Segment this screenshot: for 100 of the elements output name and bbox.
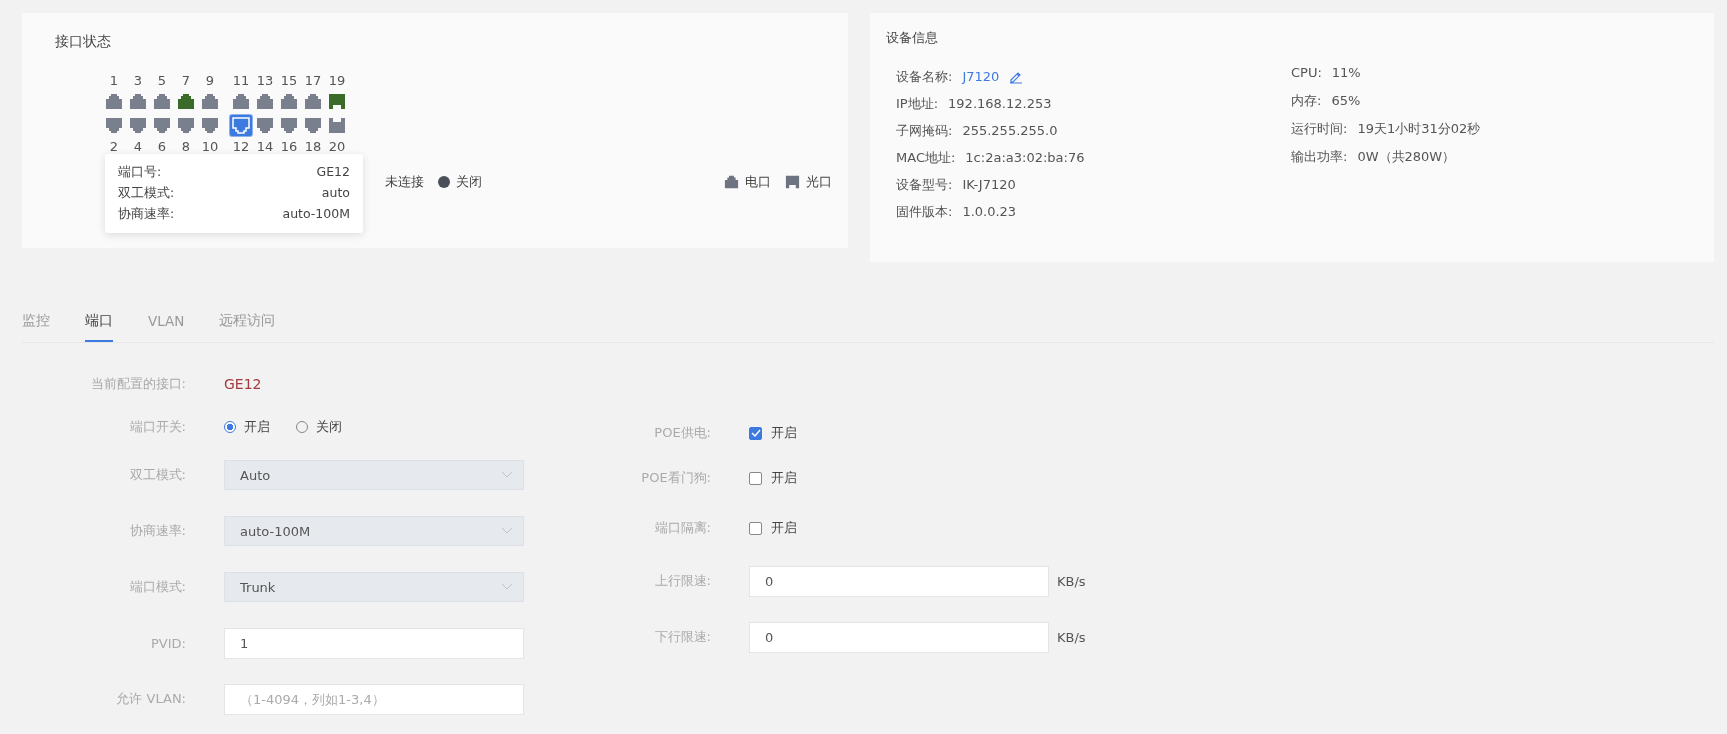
info-value: 65% (1331, 93, 1361, 108)
port-number: 2 (108, 139, 120, 154)
field-label: 端口模式: (128, 578, 187, 596)
port-button[interactable] (103, 91, 125, 112)
info-label: MAC地址: (896, 148, 956, 167)
port-button[interactable] (326, 91, 348, 112)
port-button[interactable] (302, 115, 324, 136)
port-number: 16 (279, 139, 299, 154)
checkbox[interactable] (749, 471, 762, 485)
legend-label: 电口 (745, 173, 771, 191)
info-label: 输出功率: (1291, 147, 1348, 166)
panel-title: 设备信息 (886, 30, 939, 47)
chevron-down-icon (501, 583, 513, 591)
tooltip-label: 协商速率: (118, 206, 175, 223)
port-button[interactable] (302, 91, 324, 112)
current-port-value: GE12 (224, 376, 262, 392)
checkbox-label[interactable]: 开启 (771, 519, 797, 537)
port-button[interactable] (230, 115, 252, 136)
radio-label[interactable]: 开启 (244, 418, 270, 436)
port-number: 18 (303, 139, 323, 154)
field-label: 端口隔离: (653, 519, 712, 537)
info-label: CPU: (1291, 65, 1322, 80)
info-label: IP地址: (896, 94, 939, 113)
port-number: 1 (108, 73, 120, 88)
panel-title: 接口状态 (55, 33, 112, 51)
port-number: 7 (180, 73, 192, 88)
port-number: 5 (156, 73, 168, 88)
port-number: 12 (231, 139, 251, 154)
tab[interactable]: 端口 (85, 312, 113, 342)
info-label: 内存: (1291, 91, 1322, 110)
port-button[interactable] (151, 91, 173, 112)
info-label: 固件版本: (896, 202, 953, 221)
radio-label[interactable]: 关闭 (316, 418, 342, 436)
port-button[interactable] (127, 115, 149, 136)
device-name-link[interactable]: J7120 (962, 69, 1000, 84)
field-label: 协商速率: (128, 522, 187, 540)
port-button[interactable] (103, 115, 125, 136)
field-label: 下行限速: (653, 628, 712, 646)
info-label: 设备型号: (896, 175, 953, 194)
port-button[interactable] (199, 91, 221, 112)
info-label: 子网掩码: (896, 121, 953, 140)
radio-button[interactable] (224, 421, 236, 433)
field-label: 允许 VLAN: (115, 690, 187, 708)
info-value: 1c:2a:a3:02:ba:76 (965, 150, 1085, 165)
tooltip-value: GE12 (316, 164, 350, 181)
port-number: 11 (231, 73, 251, 88)
dropdown[interactable]: Trunk (224, 572, 524, 602)
dropdown[interactable]: auto-100M (224, 516, 524, 546)
port-number: 20 (327, 139, 347, 154)
checkbox-label[interactable]: 开启 (771, 424, 797, 442)
port-button[interactable] (326, 115, 348, 136)
ethernet-port-icon (724, 175, 739, 189)
info-value: 1.0.0.23 (962, 204, 1017, 219)
info-value: 11% (1331, 65, 1361, 80)
info-value: 192.168.12.253 (948, 96, 1052, 111)
port-button[interactable] (278, 115, 300, 136)
legend-label: 光口 (806, 173, 832, 191)
port-button[interactable] (127, 91, 149, 112)
port-button[interactable] (254, 115, 276, 136)
port-number: 19 (327, 73, 347, 88)
tooltip-label: 端口号: (118, 164, 162, 181)
checkbox-label[interactable]: 开启 (771, 469, 797, 487)
checkbox[interactable] (749, 521, 762, 535)
port-number: 10 (200, 139, 220, 154)
input-field[interactable]: （1-4094，列如1-3,4） (224, 683, 524, 715)
port-number: 17 (303, 73, 323, 88)
input-field[interactable]: 0 (749, 565, 1049, 597)
legend-label: 未连接 (385, 173, 424, 191)
info-value: 255.255.255.0 (962, 123, 1058, 138)
input-field[interactable]: 0 (749, 621, 1049, 653)
checkbox[interactable] (749, 426, 762, 440)
input-field[interactable]: 1 (224, 627, 524, 659)
info-label: 运行时间: (1291, 119, 1348, 138)
optical-port-icon (785, 175, 800, 189)
field-label: PVID: (150, 635, 187, 651)
port-button[interactable] (151, 115, 173, 136)
field-label: 当前配置的接口: (89, 375, 187, 393)
port-button[interactable] (230, 91, 252, 112)
port-button[interactable] (175, 115, 197, 136)
port-button[interactable] (278, 91, 300, 112)
tooltip-label: 双工模式: (118, 185, 175, 202)
port-number: 8 (180, 139, 192, 154)
port-number: 9 (204, 73, 216, 88)
port-button[interactable] (175, 91, 197, 112)
legend-label: 关闭 (456, 173, 482, 191)
field-label: POE看门狗: (640, 469, 712, 487)
port-number: 15 (279, 73, 299, 88)
port-number: 6 (156, 139, 168, 154)
dropdown[interactable]: Auto (224, 460, 524, 490)
port-button[interactable] (254, 91, 276, 112)
unit-label: KB/s (1057, 573, 1086, 589)
info-value: 19天1小时31分02秒 (1357, 119, 1481, 138)
port-button[interactable] (199, 115, 221, 136)
port-number: 3 (132, 73, 144, 88)
field-label: POE供电: (653, 424, 712, 442)
port-number: 14 (255, 139, 275, 154)
field-label: 上行限速: (653, 572, 712, 590)
chevron-down-icon (501, 471, 513, 479)
info-value: 0W（共280W） (1357, 147, 1456, 166)
tooltip-value: auto (321, 185, 350, 202)
